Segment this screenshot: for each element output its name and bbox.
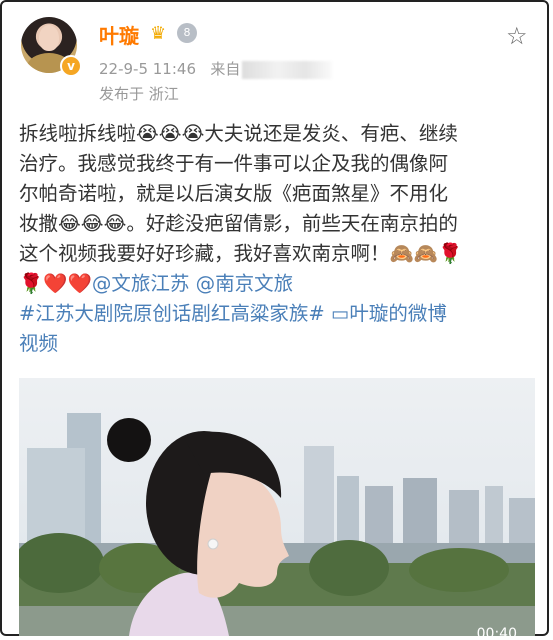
mention-link[interactable]: @文旅江苏: [92, 272, 190, 295]
video-link-continued[interactable]: 视频: [19, 329, 531, 359]
post-date-time: 22-9-5 11:46: [99, 60, 196, 78]
post-meta: 22-9-5 11:46 来自: [99, 58, 333, 79]
blurred-source: [242, 60, 333, 79]
post-line: 拆线啦拆线啦😭😭😭大夫说还是发炎、有疤、继续: [19, 122, 458, 145]
post-location: 发布于 浙江: [99, 85, 179, 103]
source-prefix: 来自: [210, 60, 241, 78]
favorite-star-icon[interactable]: ☆: [506, 24, 528, 48]
post-line: 治疗。我感觉我终于有一件事可以企及我的偶像阿: [19, 152, 449, 175]
topic-link[interactable]: #江苏大剧院原创话剧红高粱家族#: [19, 302, 325, 325]
mention-link[interactable]: @南京文旅: [196, 272, 294, 295]
video-frame: [19, 378, 535, 636]
avatar-face: [39, 25, 59, 51]
verified-badge-icon: v: [60, 55, 82, 77]
emoji-group: 🌹❤️❤️: [19, 272, 92, 295]
post-line: 妆撒😂😂😂。好趁没疤留倩影，前些天在南京拍的: [19, 212, 458, 235]
video-link[interactable]: 叶璇的微博: [349, 302, 447, 325]
video-player[interactable]: 00:40: [19, 378, 535, 636]
post-body: 拆线啦拆线啦😭😭😭大夫说还是发炎、有疤、继续 治疗。我感觉我终于有一件事可以企及…: [19, 119, 531, 359]
post-line-topic: #江苏大剧院原创话剧红高粱家族# ▭叶璇的微博: [19, 299, 531, 329]
video-timecode: 00:40: [476, 626, 517, 636]
video-icon[interactable]: ▭: [331, 302, 349, 325]
post-line: 尔帕奇诺啦，就是以后演女版《疤面煞星》不用化: [19, 182, 449, 205]
level-medal-icon[interactable]: 8: [177, 23, 197, 43]
username[interactable]: 叶璇: [99, 20, 139, 49]
post-line: 这个视频我要好好珍藏，我好喜欢南京啊！🙈🙈🌹: [19, 242, 463, 265]
member-crown-icon[interactable]: ♛: [150, 23, 172, 45]
post-line-mentions: 🌹❤️❤️@文旅江苏 @南京文旅: [19, 269, 531, 299]
